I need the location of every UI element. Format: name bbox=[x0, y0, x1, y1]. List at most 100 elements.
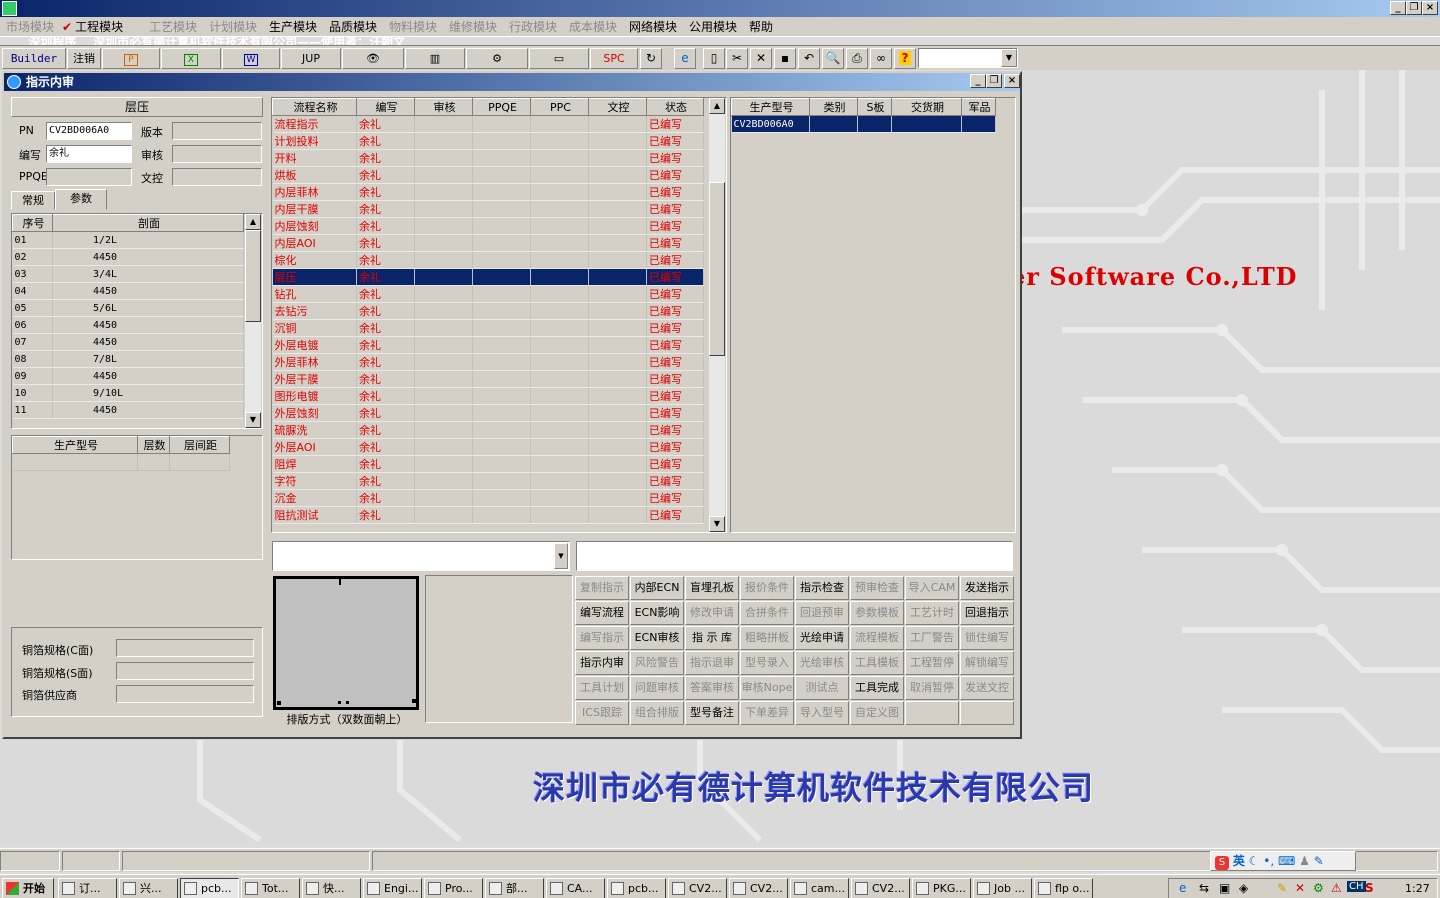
wrench-icon[interactable]: ✎ bbox=[1314, 854, 1324, 868]
flow-row[interactable]: 棕化 余礼 已编写 bbox=[272, 251, 704, 269]
action-button[interactable]: 指 示 库 bbox=[685, 626, 739, 650]
product-col-header[interactable]: 生产型号 bbox=[731, 98, 810, 116]
action-button[interactable]: 工具计划 bbox=[575, 676, 629, 700]
editor-field[interactable]: 余礼 bbox=[46, 145, 132, 163]
refresh-button[interactable]: ↻ bbox=[640, 48, 662, 69]
copper-c-field[interactable] bbox=[116, 639, 254, 657]
ie-tray-icon[interactable]: e bbox=[1179, 881, 1186, 895]
flow-col-header[interactable]: 流程名称 bbox=[272, 98, 357, 116]
flow-row[interactable]: 沉金 余礼 已编写 bbox=[272, 489, 704, 507]
layer-row[interactable]: 11 4450 bbox=[12, 401, 244, 419]
layer-row[interactable]: 09 4450 bbox=[12, 367, 244, 385]
action-button[interactable]: 答案审核 bbox=[685, 676, 739, 700]
layer-row[interactable]: 05 5/6L bbox=[12, 299, 244, 317]
flow-row[interactable]: 外层电镀 余礼 已编写 bbox=[272, 336, 704, 354]
word-button[interactable]: W bbox=[222, 48, 280, 69]
keyboard-icon[interactable]: ⌨ bbox=[1278, 854, 1295, 868]
sogou-tray-icon[interactable]: S bbox=[1365, 881, 1374, 895]
start-button[interactable]: 开始 bbox=[2, 878, 54, 898]
menu-material[interactable]: 物料模块 bbox=[389, 19, 437, 35]
action-button[interactable]: 自定义图 bbox=[850, 701, 904, 725]
action-button[interactable]: 解锁编写 bbox=[960, 651, 1014, 675]
action-button[interactable]: 测试点 bbox=[795, 676, 849, 700]
print-button[interactable]: ⎙ bbox=[846, 48, 868, 69]
menu-network[interactable]: 网络模块 bbox=[629, 19, 677, 35]
flow-row[interactable]: 内层菲林 余礼 已编写 bbox=[272, 183, 704, 201]
close-icon[interactable]: × bbox=[1422, 1, 1438, 15]
flow-row[interactable]: 外层蚀刻 余礼 已编写 bbox=[272, 404, 704, 422]
flow-col-header[interactable]: 编写 bbox=[356, 98, 415, 116]
scroll-up-icon[interactable]: ▲ bbox=[245, 214, 261, 230]
delete-button[interactable]: ✕ bbox=[750, 48, 772, 69]
scroll-up-icon[interactable]: ▲ bbox=[709, 98, 725, 114]
taskbar-item[interactable]: 订... bbox=[58, 878, 117, 898]
menu-common[interactable]: 公用模块 bbox=[689, 19, 737, 35]
action-button[interactable]: 复制指示 bbox=[575, 576, 629, 600]
taskbar-item[interactable]: CV2... bbox=[729, 878, 788, 898]
action-button[interactable]: 发送指示 bbox=[960, 576, 1014, 600]
doc-control-field[interactable] bbox=[172, 168, 262, 186]
action-button[interactable]: 指示内审 bbox=[575, 651, 629, 675]
find-button[interactable]: ∞ bbox=[870, 48, 892, 69]
taskbar-item[interactable]: CV2... bbox=[668, 878, 727, 898]
action-button[interactable]: 指示退审 bbox=[685, 651, 739, 675]
action-button[interactable]: 型号录入 bbox=[740, 651, 794, 675]
flow-scrollbar[interactable]: ▲ ▼ bbox=[709, 98, 725, 532]
new-button[interactable]: ▯ bbox=[703, 48, 725, 69]
action-button[interactable]: 审核Nope bbox=[740, 676, 794, 700]
logout-button[interactable]: 注销 bbox=[67, 48, 101, 69]
taskbar-item[interactable]: 快... bbox=[302, 878, 361, 898]
flow-row[interactable]: 阻抗测试 余礼 已编写 bbox=[272, 506, 704, 524]
flow-row[interactable]: 阻焊 余礼 已编写 bbox=[272, 455, 704, 473]
taskbar-item[interactable]: 部... bbox=[485, 878, 544, 898]
taskbar-item[interactable]: flp o... bbox=[1034, 878, 1093, 898]
action-button[interactable]: ICS跟踪 bbox=[575, 701, 629, 725]
layer-row[interactable]: 06 4450 bbox=[12, 316, 244, 334]
network-tray-icon[interactable]: ⇆ bbox=[1199, 881, 1209, 895]
layer-row[interactable]: 01 1/2L bbox=[12, 231, 244, 249]
action-button[interactable]: 问题审核 bbox=[630, 676, 684, 700]
excel-button[interactable]: X bbox=[161, 48, 221, 69]
folder-tray-icon[interactable]: ▣ bbox=[1219, 881, 1230, 895]
flow-row[interactable]: 流程指示 余礼 已编写 bbox=[272, 115, 704, 133]
app-tray-icon[interactable]: ◈ bbox=[1239, 881, 1248, 895]
flow-col-header[interactable]: 状态 bbox=[646, 98, 704, 116]
taskbar-item[interactable]: Job ... bbox=[973, 878, 1032, 898]
action-button[interactable]: 工具完成 bbox=[850, 676, 904, 700]
action-button[interactable]: 回退预审 bbox=[795, 601, 849, 625]
jup-button[interactable]: JUP bbox=[281, 48, 341, 69]
copper-vendor-field[interactable] bbox=[116, 685, 254, 703]
note-input[interactable] bbox=[576, 541, 1013, 571]
action-button[interactable]: ECN审核 bbox=[630, 626, 684, 650]
action-button[interactable]: 下单差异 bbox=[740, 701, 794, 725]
chevron-down-icon[interactable]: ▼ bbox=[1001, 49, 1017, 67]
flow-row[interactable]: 开料 余礼 已编写 bbox=[272, 149, 704, 167]
action-button[interactable]: 工艺计时 bbox=[905, 601, 959, 625]
flow-row[interactable]: 层压 余礼 已编写 bbox=[272, 268, 704, 286]
action-button[interactable]: 工具模板 bbox=[850, 651, 904, 675]
action-button[interactable]: 编写指示 bbox=[575, 626, 629, 650]
product-col-header[interactable]: 类别 bbox=[809, 98, 858, 116]
ime-toolbar[interactable]: S 英 ☾ •, ⌨ ♟ ✎ bbox=[1210, 851, 1356, 871]
layer-row[interactable]: 02 4450 bbox=[12, 248, 244, 266]
flow-row[interactable]: 字符 余礼 已编写 bbox=[272, 472, 704, 490]
menu-production[interactable]: 生产模块 bbox=[269, 19, 317, 35]
taskbar-item[interactable]: PKG... bbox=[912, 878, 971, 898]
action-button[interactable]: 内部ECN bbox=[630, 576, 684, 600]
action-button[interactable]: 工厂警告 bbox=[905, 626, 959, 650]
action-button[interactable]: 编写流程 bbox=[575, 601, 629, 625]
tab-parameters[interactable]: 参数 bbox=[55, 189, 107, 210]
flow-row[interactable]: 钻孔 余礼 已编写 bbox=[272, 285, 704, 303]
review-field[interactable] bbox=[172, 145, 262, 163]
eye-button[interactable]: 👁 bbox=[342, 48, 404, 69]
preview-button[interactable]: 🔍 bbox=[822, 48, 844, 69]
tab-general[interactable]: 常规 bbox=[11, 191, 55, 210]
action-button[interactable]: 光绘申请 bbox=[795, 626, 849, 650]
menu-process[interactable]: 工艺模块 bbox=[149, 19, 197, 35]
action-button[interactable]: 取消暂停 bbox=[905, 676, 959, 700]
product-row[interactable]: CV2BD006A0 bbox=[731, 115, 996, 133]
undo-button[interactable]: ↶ bbox=[798, 48, 820, 69]
window-close-icon[interactable]: × bbox=[1004, 74, 1020, 88]
taskbar-item[interactable]: cam... bbox=[790, 878, 849, 898]
version-field[interactable] bbox=[172, 122, 262, 140]
